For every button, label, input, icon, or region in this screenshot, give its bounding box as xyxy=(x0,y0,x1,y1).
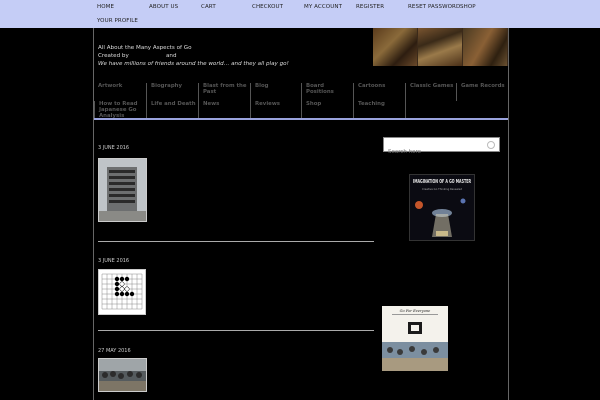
nav-shop[interactable]: SHOP xyxy=(460,4,476,10)
post-separator xyxy=(98,330,374,331)
and-label: and xyxy=(166,53,177,59)
menu-blog[interactable]: Blog xyxy=(250,83,302,101)
building-photo xyxy=(99,159,146,221)
event-photo xyxy=(99,359,146,391)
menu-reviews[interactable]: Reviews xyxy=(250,101,302,119)
menu-divider xyxy=(405,101,457,119)
page-container: All About the Many Aspects of Go Created… xyxy=(93,28,509,400)
menu-shop[interactable]: Shop xyxy=(301,101,353,119)
post-date: 3 JUNE 2016 xyxy=(98,258,130,264)
top-navigation: HOME ABOUT US CART CHECKOUT MY ACCOUNT R… xyxy=(0,0,600,28)
nav-reset-password[interactable]: RESET PASSWORD xyxy=(408,4,460,10)
search-input[interactable] xyxy=(384,145,483,159)
nav-my-account[interactable]: MY ACCOUNT xyxy=(304,4,342,10)
menu-board-positions[interactable]: Board Positions xyxy=(301,83,353,101)
category-menu: Artwork Biography Blast from the Past Bl… xyxy=(94,80,508,119)
menu-classic-games[interactable]: Classic Games xyxy=(405,83,457,101)
ad1-title-line: IMAGINATION OF A GO MASTER xyxy=(413,179,471,185)
menu-divider-rule xyxy=(94,118,508,120)
nav-home[interactable]: HOME xyxy=(97,4,114,10)
go-board-diagram xyxy=(99,270,145,314)
ad1-subtitle: Creative Go Thinking Revealed xyxy=(422,187,462,191)
nav-your-profile[interactable]: YOUR PROFILE xyxy=(97,18,138,24)
post-separator xyxy=(98,241,374,242)
post-thumbnail-building[interactable] xyxy=(98,158,147,222)
post-thumbnail-go-board[interactable] xyxy=(98,269,146,315)
nav-cart[interactable]: CART xyxy=(201,4,216,10)
post-1: 3 JUNE 2016 xyxy=(98,145,129,151)
menu-artwork[interactable]: Artwork xyxy=(94,83,146,101)
book-ad-go-for-everyone[interactable]: Go For Everyone xyxy=(382,306,448,371)
created-by-label: Created by xyxy=(98,53,129,59)
site-credits: Created by and xyxy=(98,52,177,60)
menu-blast-from-the-past[interactable]: Blast from the Past xyxy=(198,83,250,101)
search-icon[interactable] xyxy=(487,141,495,149)
site-title: All About the Many Aspects of Go xyxy=(98,45,192,51)
post-date: 3 JUNE 2016 xyxy=(98,145,130,151)
site-header: All About the Many Aspects of Go Created… xyxy=(98,44,289,68)
book-cover-image: Go For Everyone xyxy=(382,306,448,371)
nav-about-us[interactable]: ABOUT US xyxy=(149,4,178,10)
post-2: 3 JUNE 2016 xyxy=(98,258,129,264)
menu-how-to-read-japanese-go-analysis[interactable]: How to Read Japanese Go Analysis xyxy=(94,101,146,119)
search-box xyxy=(383,137,500,159)
menu-cartoons[interactable]: Cartoons xyxy=(353,83,405,101)
menu-biography[interactable]: Biography xyxy=(146,83,198,101)
nav-register[interactable]: REGISTER xyxy=(356,4,384,10)
menu-life-and-death[interactable]: Life and Death xyxy=(146,101,198,119)
menu-game-records[interactable]: Game Records xyxy=(456,83,508,101)
book-cover-image: IMAGINATION OF A GO MASTER Creative Go T… xyxy=(410,175,474,240)
post-date: 27 MAY 2016 xyxy=(98,348,131,354)
header-banner-artwork xyxy=(373,28,508,66)
post-thumbnail-event[interactable] xyxy=(98,358,147,392)
menu-teaching[interactable]: Teaching xyxy=(353,101,405,119)
site-tagline: We have millions of friends around the w… xyxy=(98,61,289,67)
ad2-title: Go For Everyone xyxy=(400,309,431,313)
nav-checkout[interactable]: CHECKOUT xyxy=(252,4,283,10)
menu-news[interactable]: News xyxy=(198,101,250,119)
book-ad-imagination-of-a-go-master[interactable]: IMAGINATION OF A GO MASTER Creative Go T… xyxy=(409,174,475,241)
post-3: 27 MAY 2016 xyxy=(98,348,131,354)
